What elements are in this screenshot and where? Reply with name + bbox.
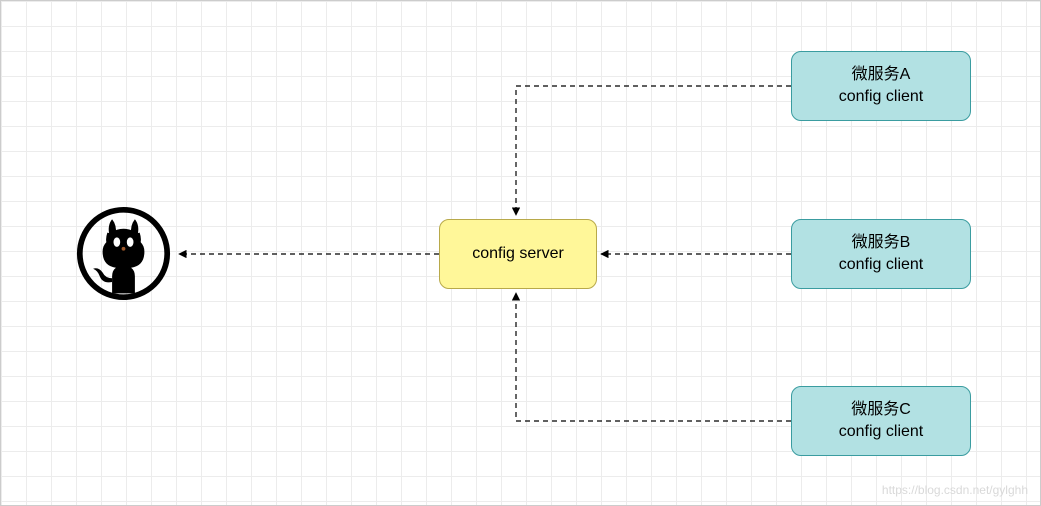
github-icon [76,206,171,301]
config-server-label: config server [472,243,564,265]
client-b-title: 微服务B [852,232,911,254]
client-a-title: 微服务A [852,64,911,86]
client-b-node: 微服务B config client [791,219,971,289]
diagram-canvas: config server 微服务A config client 微服务B co… [0,0,1041,506]
edge-client-c-to-server [516,293,791,421]
client-c-title: 微服务C [851,399,911,421]
edge-client-a-to-server [516,86,791,215]
client-b-subtitle: config client [839,254,924,276]
client-c-node: 微服务C config client [791,386,971,456]
client-c-subtitle: config client [839,421,924,443]
config-server-node: config server [439,219,597,289]
watermark-text: https://blog.csdn.net/gylghh [882,483,1028,497]
client-a-subtitle: config client [839,86,924,108]
client-a-node: 微服务A config client [791,51,971,121]
